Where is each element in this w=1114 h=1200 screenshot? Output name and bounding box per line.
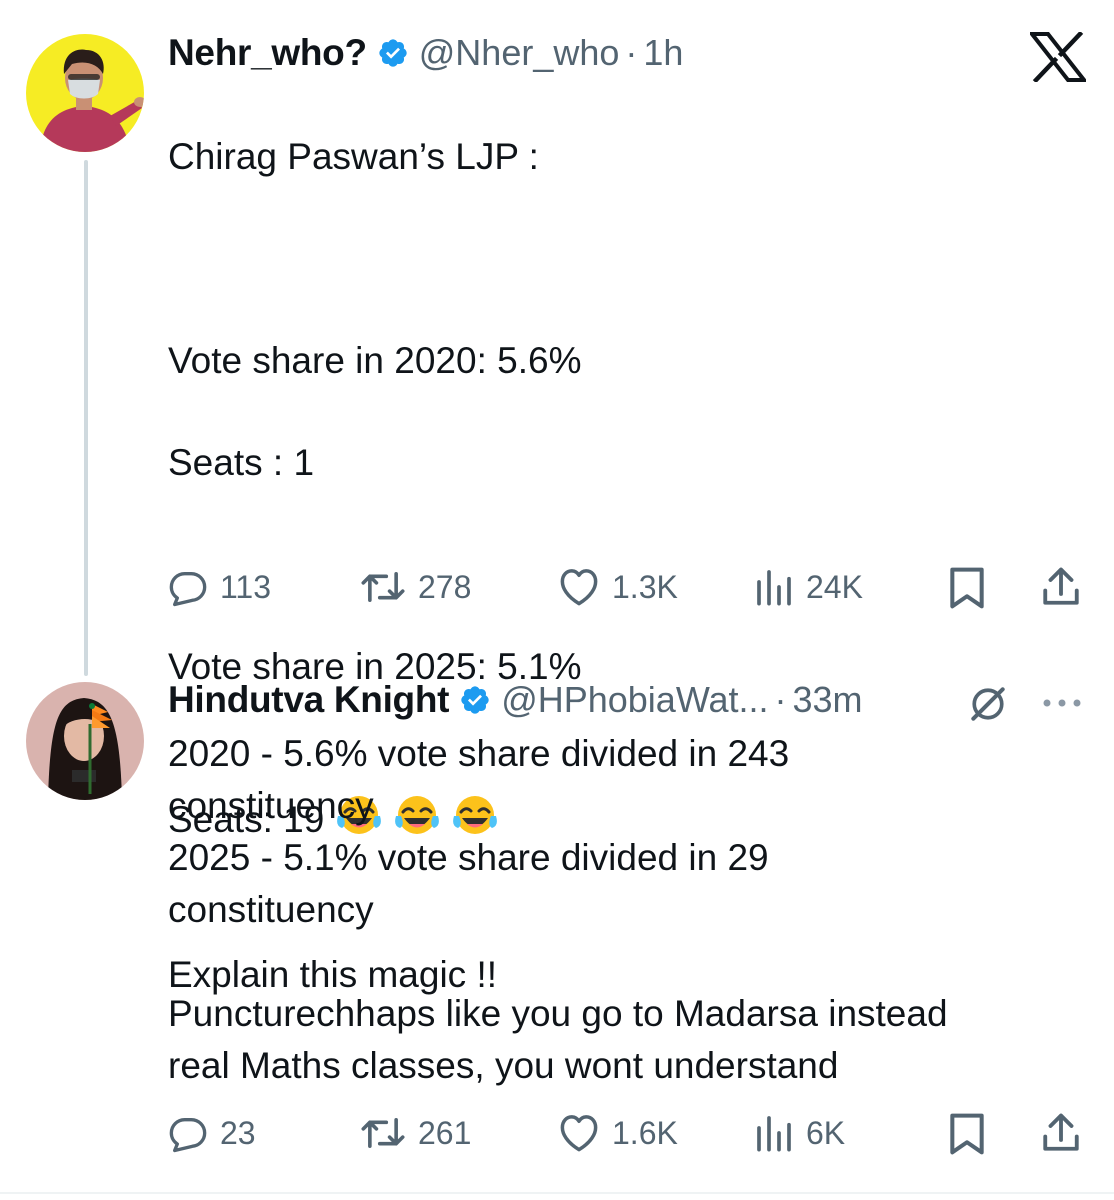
tweet-actions: 23 261 1.6K 6K xyxy=(168,1108,1088,1158)
timestamp[interactable]: 1h xyxy=(643,32,683,74)
repost-button[interactable]: 278 xyxy=(360,562,471,612)
timestamp[interactable]: 33m xyxy=(793,679,863,721)
avatar[interactable] xyxy=(26,34,144,152)
share-button[interactable] xyxy=(1040,1112,1082,1159)
separator-dot: · xyxy=(625,32,638,73)
separator-dot: · xyxy=(774,679,787,720)
tweet-text-line: Chirag Paswan’s LJP : xyxy=(168,136,539,177)
reply-button[interactable]: 113 xyxy=(168,562,271,612)
share-icon xyxy=(1043,1113,1079,1151)
views-button[interactable]: 6K xyxy=(754,1108,845,1158)
verified-badge-icon xyxy=(459,684,491,716)
like-icon xyxy=(560,569,598,606)
divider xyxy=(0,1192,1114,1194)
reply-count: 23 xyxy=(220,1114,256,1151)
avatar[interactable] xyxy=(26,682,144,800)
grok-icon[interactable] xyxy=(966,682,1010,731)
tweet-header: Hindutva Knight @HPhobiaWat... · 33m xyxy=(168,674,863,726)
thread-connector-line xyxy=(84,160,88,676)
like-icon xyxy=(560,1115,598,1152)
verified-badge-icon xyxy=(377,37,409,69)
display-name[interactable]: Nehr_who? xyxy=(168,32,367,74)
more-icon[interactable] xyxy=(1040,696,1084,715)
repost-button[interactable]: 261 xyxy=(360,1108,471,1158)
x-logo-icon[interactable] xyxy=(1027,30,1089,87)
repost-icon xyxy=(361,1118,405,1148)
display-name[interactable]: Hindutva Knight xyxy=(168,679,449,721)
like-count: 1.6K xyxy=(612,1114,678,1151)
tweet-header: Nehr_who? @Nher_who · 1h xyxy=(168,28,683,78)
tweet-text-line: Seats : 1 xyxy=(168,442,315,483)
handle[interactable]: @HPhobiaWat... xyxy=(501,679,768,721)
reply-count: 113 xyxy=(220,568,272,605)
share-button[interactable] xyxy=(1040,566,1082,613)
like-button[interactable]: 1.3K xyxy=(558,562,678,612)
reply-text: 2020 - 5.6% vote share divided in 243 co… xyxy=(168,733,948,1086)
like-button[interactable]: 1.6K xyxy=(558,1108,678,1158)
handle[interactable]: @Nher_who xyxy=(419,32,620,74)
bookmark-icon xyxy=(950,1113,984,1155)
views-icon xyxy=(757,1116,791,1152)
repost-icon xyxy=(361,572,405,602)
tweet-text-line: Vote share in 2020: 5.6% xyxy=(168,340,582,381)
views-icon xyxy=(757,570,791,606)
reply-button[interactable]: 23 xyxy=(168,1108,256,1158)
reply-icon xyxy=(169,572,207,607)
views-count: 24K xyxy=(806,568,863,605)
views-count: 6K xyxy=(806,1114,846,1151)
bookmark-icon xyxy=(950,567,984,609)
repost-count: 261 xyxy=(418,1114,472,1151)
repost-count: 278 xyxy=(418,568,472,605)
views-button[interactable]: 24K xyxy=(754,562,863,612)
tweet-text-line xyxy=(168,233,1068,284)
share-icon xyxy=(1043,567,1079,605)
tweet-actions: 113 278 1.3K 24K xyxy=(168,562,1088,612)
like-count: 1.3K xyxy=(612,568,678,605)
reply-icon xyxy=(169,1118,207,1153)
bookmark-button[interactable] xyxy=(948,1112,986,1161)
bookmark-button[interactable] xyxy=(948,566,986,615)
